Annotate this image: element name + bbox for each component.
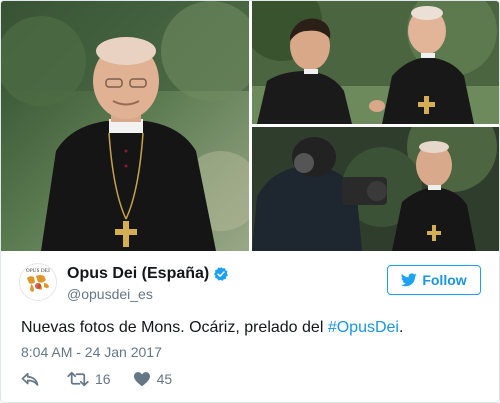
world-map-logo-icon [27,275,49,292]
twitter-bird-icon [401,273,418,287]
reply-icon [21,372,39,386]
photo-grid [1,1,499,251]
heart-icon [133,372,150,387]
photo-top-right[interactable] [252,1,499,124]
photo-bottom-right[interactable] [252,127,499,251]
follow-button-label: Follow [422,272,467,288]
hashtag-link[interactable]: #OpusDei [328,319,399,336]
account-name-row: Opus Dei (España) [67,265,229,283]
verified-badge-icon [214,267,229,281]
tweet-text: Nuevas fotos de Mons. Ocáriz, prelado de… [21,319,403,337]
account-handle[interactable]: @opusdei_es [67,286,153,302]
tweet-timestamp[interactable]: 8:04 AM - 24 Jan 2017 [21,344,162,360]
reply-button[interactable] [21,371,45,387]
photo-main[interactable] [1,1,249,251]
like-button[interactable]: 45 [133,371,173,387]
tweet-text-body: Nuevas fotos de Mons. Ocáriz, prelado de… [21,319,328,336]
account-name[interactable]: Opus Dei (España) [67,265,209,283]
tweet-card: OPUS DEI Opus Dei (España) @opusdei_es F… [0,0,500,403]
retweet-icon [67,371,89,387]
account-avatar[interactable]: OPUS DEI [19,263,57,301]
retweet-button[interactable]: 16 [67,371,111,387]
tweet-actions: 16 45 [21,369,194,389]
follow-button[interactable]: Follow [387,265,481,295]
retweet-count: 16 [95,371,111,387]
tweet-header: OPUS DEI Opus Dei (España) @opusdei_es F… [19,263,481,307]
like-count: 45 [156,371,173,387]
tweet-text-end: . [398,319,404,336]
